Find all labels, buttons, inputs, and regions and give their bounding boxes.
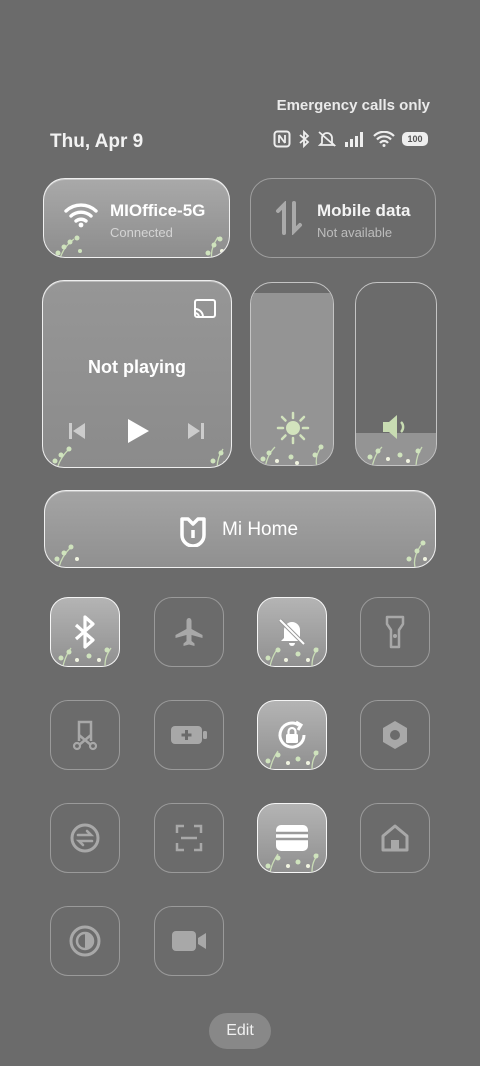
airplane-mode-toggle[interactable] xyxy=(154,597,224,667)
volume-slider[interactable] xyxy=(355,282,437,466)
screen-recorder-toggle[interactable] xyxy=(154,906,224,976)
mobile-data-title: Mobile data xyxy=(317,201,411,220)
mi-home-tile[interactable]: Mi Home xyxy=(44,490,436,568)
mobile-data-tile[interactable]: Mobile data Not available xyxy=(250,178,436,258)
battery-icon: 100 xyxy=(402,132,428,146)
wifi-status: Connected xyxy=(110,225,173,240)
card-wallet-toggle[interactable] xyxy=(257,803,327,873)
reading-mode-toggle[interactable] xyxy=(50,906,120,976)
wifi-tile[interactable]: MIOffice-5G Connected xyxy=(43,178,230,258)
wifi-icon xyxy=(373,131,395,147)
vine-decoration-icon xyxy=(50,446,72,467)
vine-decoration-icon xyxy=(54,544,79,567)
sync-toggle[interactable] xyxy=(50,803,120,873)
flashlight-icon xyxy=(385,615,405,649)
nfc-icon xyxy=(273,130,291,148)
mobile-data-status: Not available xyxy=(317,225,393,240)
vine-decoration-icon xyxy=(265,647,319,666)
home-icon xyxy=(381,824,409,852)
flashlight-toggle[interactable] xyxy=(360,597,430,667)
vine-decoration-icon xyxy=(210,448,227,467)
previous-track-icon[interactable] xyxy=(67,421,87,441)
next-track-icon[interactable] xyxy=(186,421,206,441)
mobile-data-icon xyxy=(276,201,302,235)
bluetooth-icon xyxy=(299,130,310,148)
sync-icon xyxy=(70,823,100,853)
wifi-network-name: MIOffice-5G xyxy=(110,201,206,220)
vine-decoration-icon xyxy=(406,540,427,567)
play-icon[interactable] xyxy=(125,417,151,445)
scanner-toggle[interactable] xyxy=(154,803,224,873)
home-toggle[interactable] xyxy=(360,803,430,873)
edit-button[interactable]: Edit xyxy=(209,1013,271,1049)
scanner-icon xyxy=(175,824,203,852)
date-label: Thu, Apr 9 xyxy=(50,131,144,152)
airplane-icon xyxy=(175,618,203,646)
settings-toggle[interactable] xyxy=(360,700,430,770)
settings-icon xyxy=(383,721,407,749)
media-status: Not playing xyxy=(88,357,186,377)
wifi-icon xyxy=(64,203,98,228)
mi-home-label: Mi Home xyxy=(222,519,299,540)
bluetooth-toggle[interactable] xyxy=(50,597,120,667)
screen-recorder-icon xyxy=(172,931,206,951)
mi-home-icon xyxy=(180,517,206,547)
brightness-slider[interactable] xyxy=(250,282,334,466)
media-player-tile: Not playing xyxy=(42,280,232,468)
reading-mode-icon xyxy=(69,925,101,957)
mute-icon xyxy=(317,131,337,147)
vine-decoration-icon xyxy=(265,750,319,769)
status-icons: 100 xyxy=(273,130,428,148)
battery-saver-toggle[interactable] xyxy=(154,700,224,770)
mute-toggle[interactable] xyxy=(257,597,327,667)
screenshot-toggle[interactable] xyxy=(50,700,120,770)
vine-decoration-icon xyxy=(58,647,112,666)
vine-decoration-icon xyxy=(205,236,224,257)
battery-level: 100 xyxy=(407,134,423,144)
screenshot-icon xyxy=(72,720,98,751)
cast-icon[interactable] xyxy=(193,299,217,319)
vine-decoration-icon xyxy=(265,853,319,872)
vine-decoration-icon xyxy=(52,235,82,257)
vine-decoration-icon xyxy=(260,444,324,465)
battery-saver-icon xyxy=(171,726,207,744)
vine-decoration-icon xyxy=(367,446,423,465)
rotation-lock-toggle[interactable] xyxy=(257,700,327,770)
signal-icon xyxy=(345,132,363,147)
carrier-status: Emergency calls only xyxy=(276,97,430,114)
